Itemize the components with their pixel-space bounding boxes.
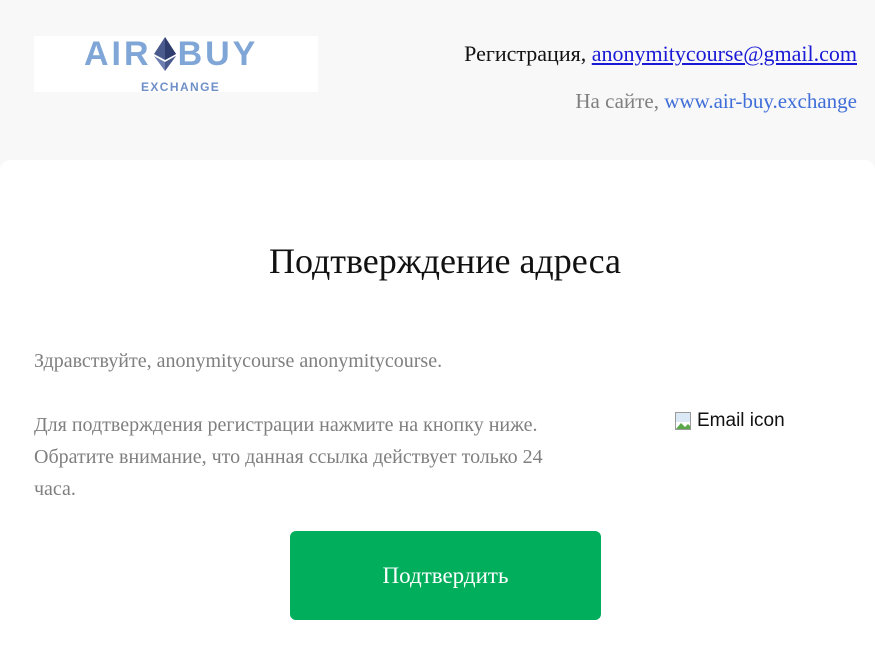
- site-label: На сайте,: [575, 89, 659, 113]
- instructions-text: Для подтверждения регистрации нажмите на…: [34, 414, 543, 500]
- confirm-button[interactable]: Подтвердить: [290, 531, 601, 620]
- site-url-link[interactable]: www.air-buy.exchange: [664, 89, 857, 113]
- registration-email-link[interactable]: anonymitycourse@gmail.com: [592, 41, 857, 66]
- registration-line: Регистрация, anonymitycourse@gmail.com: [464, 41, 857, 67]
- ethereum-diamond-icon: [153, 37, 176, 71]
- email-header: AIR BUY EXCHANGE Регистрация, anonymityc…: [0, 0, 875, 160]
- logo-word-right: BUY: [177, 34, 259, 73]
- email-icon: Email icon: [675, 410, 785, 434]
- page-title: Подтверждение адреса: [268, 241, 622, 281]
- logo-wordmark: AIR BUY: [84, 34, 259, 73]
- registration-label: Регистрация,: [464, 41, 587, 66]
- airbuy-logo: AIR BUY EXCHANGE: [34, 34, 318, 94]
- greeting-text: Здравствуйте, anonymitycourse anonymityc…: [34, 350, 443, 372]
- email-icon-alt-text: Email icon: [697, 410, 785, 431]
- broken-image-icon: [675, 412, 691, 430]
- logo-subtitle: EXCHANGE: [141, 80, 221, 94]
- logo-word-left: AIR: [84, 34, 152, 73]
- site-line: На сайте, www.air-buy.exchange: [575, 89, 857, 114]
